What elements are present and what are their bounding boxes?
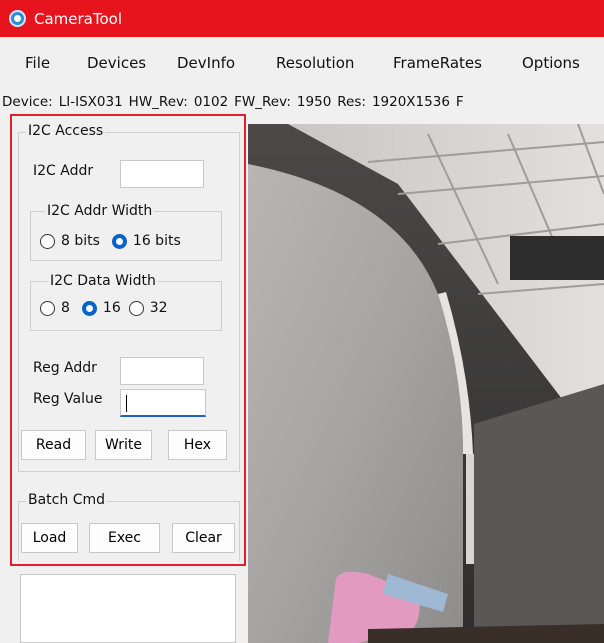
fw-rev-label: FW_Rev: <box>234 94 291 110</box>
device-label: Device: <box>2 94 53 110</box>
hw-rev-label: HW_Rev: <box>128 94 188 110</box>
app-icon <box>9 10 26 27</box>
hw-rev-value: 0102 <box>193 94 229 110</box>
highlight-box <box>10 114 246 566</box>
window-title: CameraTool <box>34 9 123 28</box>
camera-preview <box>248 124 604 643</box>
menu-resolution[interactable]: Resolution <box>276 54 354 72</box>
menu-framerates[interactable]: FrameRates <box>393 54 482 72</box>
menu-file[interactable]: File <box>25 54 50 72</box>
command-list-box[interactable] <box>20 574 236 643</box>
device-value: LI-ISX031 <box>58 94 123 110</box>
framerate-label: F <box>455 94 464 110</box>
res-label: Res: <box>337 94 366 110</box>
menu-bar: File Devices DevInfo Resolution FrameRat… <box>0 48 604 78</box>
camera-frame-image <box>248 124 604 643</box>
menu-devices[interactable]: Devices <box>87 54 146 72</box>
res-value: 1920X1536 <box>371 94 450 110</box>
menu-options[interactable]: Options <box>522 54 580 72</box>
fw-rev-value: 1950 <box>296 94 332 110</box>
title-bar: CameraTool <box>0 0 604 37</box>
menu-devinfo[interactable]: DevInfo <box>177 54 235 72</box>
device-info-bar: Device: LI-ISX031 HW_Rev: 0102 FW_Rev: 1… <box>0 90 604 114</box>
